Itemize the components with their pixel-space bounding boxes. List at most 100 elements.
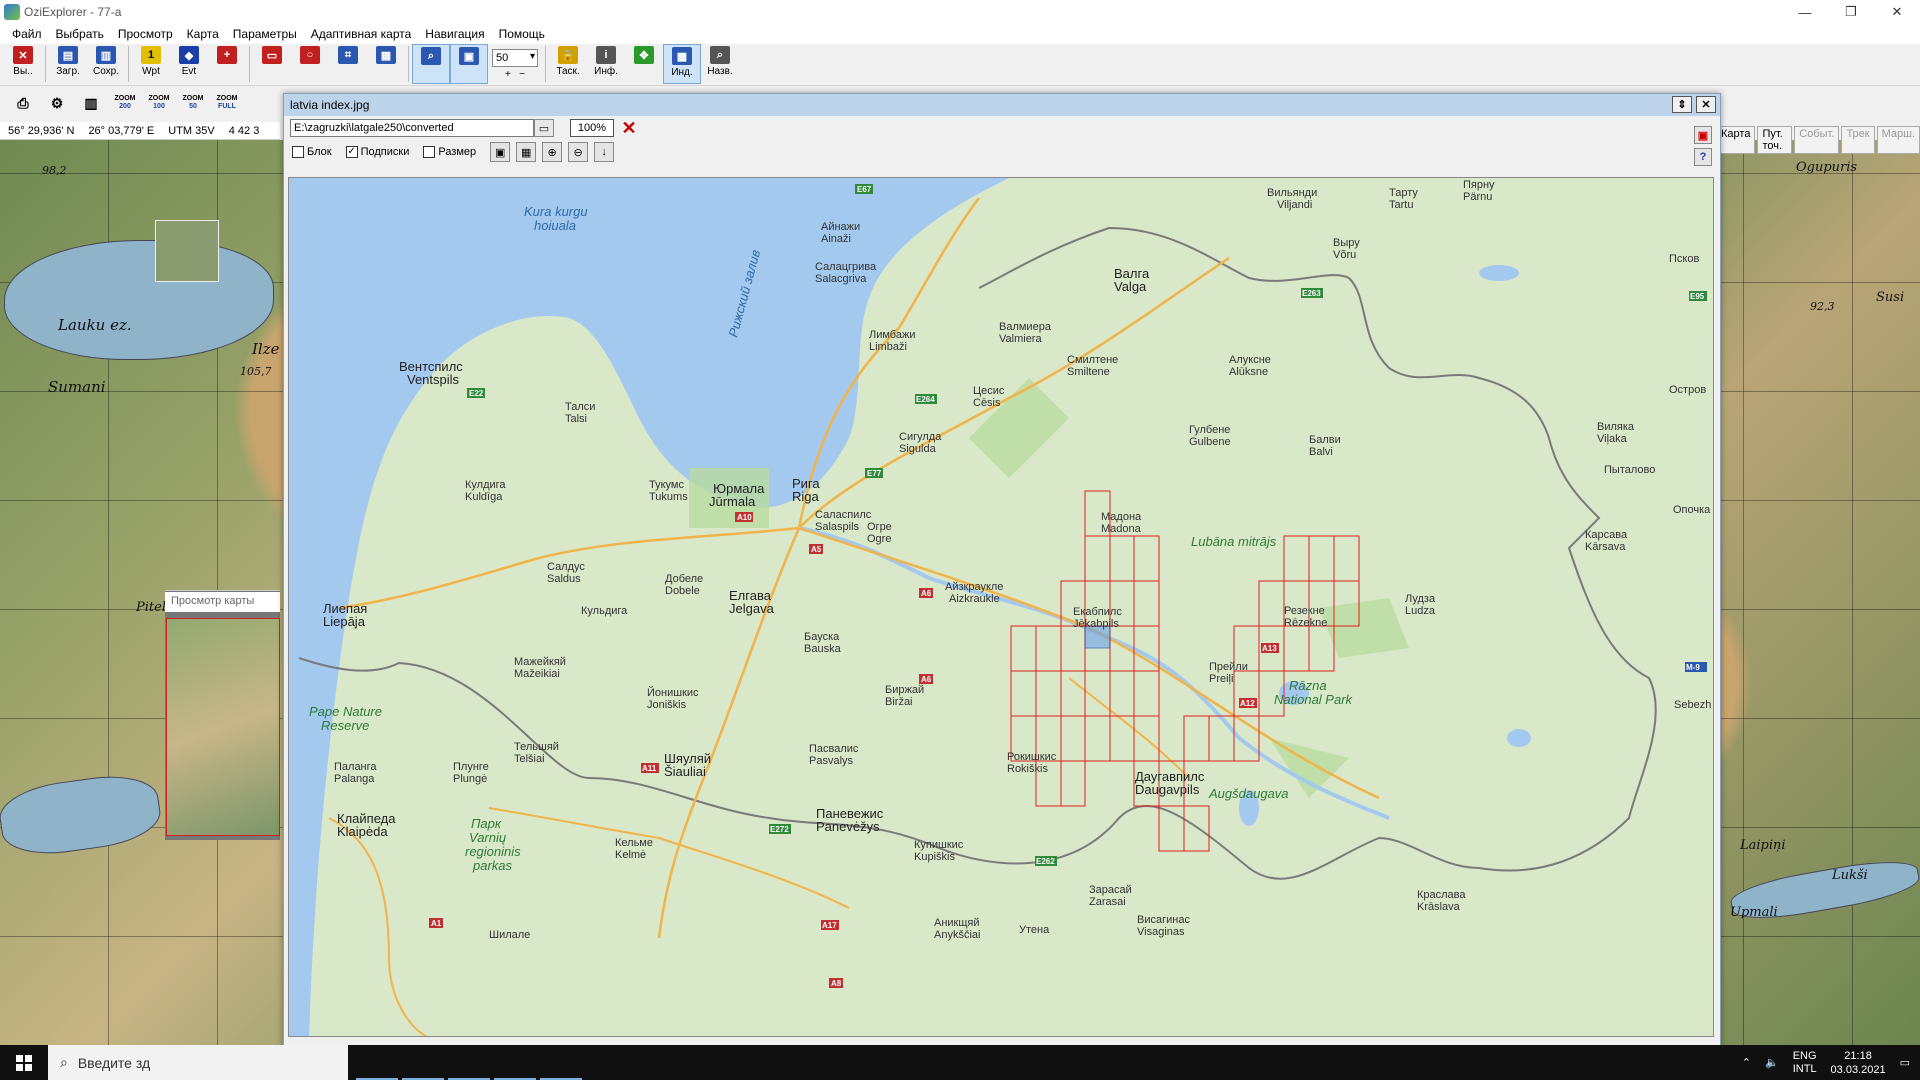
zoom-percent[interactable]: 100% — [570, 119, 614, 137]
title-bar: OziExplorer - 77-a — ❐ ✕ — [0, 0, 1920, 24]
map-overview-button[interactable]: ▣ — [450, 44, 488, 84]
zoom-out-icon[interactable]: ⊖ — [568, 142, 589, 162]
svg-text:Аникщяй: Аникщяй — [934, 917, 980, 929]
clear-icon[interactable]: ✕ — [620, 119, 638, 137]
svg-text:Telšiai: Telšiai — [514, 753, 545, 765]
arrow-down-icon[interactable]: ↓ — [594, 142, 615, 162]
taskbar-app[interactable] — [356, 1045, 398, 1080]
layers-button[interactable]: ▥ — [74, 90, 108, 116]
volume-icon[interactable]: 🔈 — [1765, 1056, 1779, 1069]
map-image-icon[interactable]: ▣ — [490, 142, 511, 162]
svg-text:Пярну: Пярну — [1463, 179, 1495, 191]
show-routes-button[interactable]: ⌗ — [329, 44, 367, 84]
map-overview-icon: ▣ — [459, 47, 479, 65]
svg-text:A6: A6 — [921, 675, 932, 684]
checkbox-captions[interactable]: ✓ Подписки — [345, 146, 409, 158]
taskbar-app[interactable] — [448, 1045, 490, 1080]
taskbar-app[interactable] — [540, 1045, 582, 1080]
lock-button[interactable]: 🔒 Таск. — [549, 44, 587, 84]
tab-track[interactable]: Трек — [1841, 126, 1875, 154]
track-button[interactable]: + — [208, 44, 246, 84]
info-button[interactable]: i Инф. — [587, 44, 625, 84]
load-button[interactable]: ▤ Загр. — [49, 44, 87, 84]
gps-button[interactable]: ⚙ — [40, 90, 74, 116]
svg-text:A12: A12 — [1240, 699, 1255, 708]
index-map-button[interactable]: ▩ Инд. — [663, 44, 701, 84]
svg-text:Varnių: Varnių — [469, 830, 506, 845]
exit-button[interactable]: ✕ Вы.. — [4, 44, 42, 84]
dialog-exit-icon[interactable]: ▣ — [1694, 126, 1712, 144]
waypoint-button[interactable]: 1 Wpt — [132, 44, 170, 84]
taskbar-app[interactable] — [494, 1045, 536, 1080]
checkbox-size[interactable]: Размер — [423, 146, 476, 158]
svg-text:Рокишкис: Рокишкис — [1007, 751, 1057, 763]
start-button[interactable] — [0, 1045, 48, 1080]
svg-text:Саласпилс: Саласпилс — [815, 509, 872, 521]
dialog-close-icon[interactable]: ✕ — [1696, 96, 1716, 113]
checkbox-block[interactable]: Блок — [292, 146, 332, 158]
language-indicator[interactable]: ENG INTL — [1793, 1050, 1817, 1076]
move-arrows-icon: ✥ — [634, 46, 654, 64]
taskbar-app[interactable] — [402, 1045, 444, 1080]
menu-help[interactable]: Помощь — [499, 27, 545, 41]
magnifier-button[interactable]: ⌕ — [412, 44, 450, 84]
move-button[interactable]: ✥ — [625, 44, 663, 84]
event-button[interactable]: ◆ Evt — [170, 44, 208, 84]
close-icon[interactable]: ✕ — [1874, 0, 1920, 24]
show-events-button[interactable]: ○ — [291, 44, 329, 84]
zoom-full-button[interactable]: ZOOM FULL — [210, 90, 244, 116]
menu-select[interactable]: Выбрать — [56, 27, 104, 41]
utm-zone: UTM 35V — [168, 124, 215, 137]
svg-text:E95: E95 — [1690, 292, 1705, 301]
svg-text:Liepāja: Liepāja — [323, 614, 366, 629]
tab-map[interactable]: Карта — [1716, 126, 1756, 154]
menu-navigation[interactable]: Навигация — [425, 27, 484, 41]
zoom-toolbar: ⎙ ⚙ ▥ ZOOM 200 ZOOM 100 ZOOM 50 ZOOM FULL — [0, 88, 290, 118]
folder-open-icon[interactable]: ▭ — [534, 119, 554, 137]
svg-text:Салдус: Салдус — [547, 561, 585, 573]
menu-map[interactable]: Карта — [187, 27, 219, 41]
map-thumbnail-marker[interactable] — [155, 220, 219, 282]
print-button[interactable]: ⎙ — [6, 90, 40, 116]
zoom-100-button[interactable]: ZOOM 100 — [142, 90, 176, 116]
restore-icon[interactable]: ❐ — [1828, 0, 1874, 24]
show-waypoints-button[interactable]: ▭ — [253, 44, 291, 84]
notifications-icon[interactable]: ▭ — [1900, 1056, 1910, 1069]
menu-view[interactable]: Просмотр — [118, 27, 173, 41]
svg-text:Айзкраукле: Айзкраукле — [945, 581, 1003, 593]
svg-text:Остров: Остров — [1669, 384, 1706, 396]
dialog-collapse-icon[interactable]: ⇕ — [1672, 96, 1692, 113]
tab-events[interactable]: Событ. — [1794, 126, 1840, 154]
zoom-select[interactable]: 50 — [492, 49, 538, 67]
help-icon[interactable]: ? — [1694, 148, 1712, 166]
save-button[interactable]: ▥ Сохр. — [87, 44, 125, 84]
map-grid-button[interactable]: ▦ — [367, 44, 405, 84]
minimize-icon[interactable]: — — [1782, 0, 1828, 24]
image-fit-icon[interactable]: ▦ — [516, 142, 537, 162]
checkbox-captions-box[interactable]: ✓ — [345, 146, 358, 158]
tab-waypoints[interactable]: Пут. точ. — [1757, 126, 1793, 154]
tab-route[interactable]: Марш. — [1876, 126, 1920, 154]
zoom-50-button[interactable]: ZOOM 50 — [176, 90, 210, 116]
zoom-in-icon[interactable]: ⊕ — [542, 142, 563, 162]
path-input[interactable] — [290, 119, 534, 137]
menu-adaptive-map[interactable]: Адаптивная карта — [311, 27, 412, 41]
menu-settings[interactable]: Параметры — [233, 27, 297, 41]
river-shape — [0, 769, 165, 861]
clock[interactable]: 21:18 03.03.2021 — [1831, 1049, 1886, 1077]
name-search-button[interactable]: ⌕ Назв. — [701, 44, 739, 84]
checkbox-block-box[interactable] — [292, 146, 304, 158]
svg-text:Jūrmala: Jūrmala — [709, 494, 756, 509]
map-preview-thumbnail[interactable] — [166, 618, 280, 836]
taskbar-search[interactable]: ⌕ Введите зд — [48, 1045, 348, 1080]
svg-text:Ainaži: Ainaži — [821, 233, 851, 245]
zoom-plus-minus-icon[interactable]: + − — [505, 69, 525, 80]
svg-text:Salaspils: Salaspils — [815, 521, 860, 533]
index-map-view[interactable]: Kura kurgu hoiuala Рижский залив Pape Na… — [288, 177, 1714, 1037]
map-preview-title: Просмотр карты — [165, 592, 280, 612]
svg-text:Smiltene: Smiltene — [1067, 366, 1110, 378]
checkbox-size-box[interactable] — [423, 146, 436, 158]
tray-chevron-up-icon[interactable]: ⌃ — [1742, 1056, 1751, 1069]
menu-file[interactable]: Файл — [12, 27, 42, 41]
zoom-200-button[interactable]: ZOOM 200 — [108, 90, 142, 116]
